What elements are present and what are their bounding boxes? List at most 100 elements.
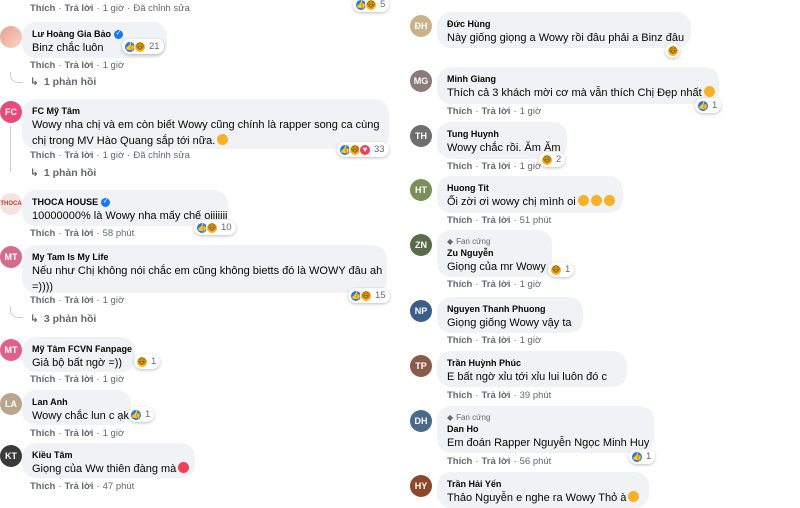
reply-link[interactable]: Trả lời [65, 3, 94, 14]
reaction-summary[interactable]: 👍 😆 ♥ 33 [337, 142, 389, 157]
comment-text: Giọng giống Wowy vậy ta [447, 317, 572, 329]
comment-author[interactable]: Lan Anh [32, 396, 68, 408]
reaction-summary[interactable]: 👍 😆 15 [348, 288, 390, 303]
comment-author[interactable]: Tung Huynh [447, 128, 499, 140]
reply-link[interactable]: Trả lời [65, 428, 94, 439]
reply-link[interactable]: Trả lời [482, 456, 511, 467]
comment-actions: Thích · Trả lời · 1 giờ [30, 374, 125, 385]
avatar[interactable]: TH [410, 125, 432, 147]
haha-reaction-icon: 😆 [136, 355, 148, 368]
like-link[interactable]: Thích [30, 374, 55, 385]
reply-link[interactable]: Trả lời [65, 228, 94, 239]
comment-author[interactable]: Huong Tit [447, 182, 489, 194]
comment-author[interactable]: THOCA HOUSE [32, 196, 98, 208]
reaction-summary[interactable]: 👍 😆 5 [353, 0, 390, 12]
reply-link[interactable]: Trả lời [65, 295, 94, 306]
like-link[interactable]: Thích [447, 335, 472, 346]
like-link[interactable]: Thích [30, 3, 55, 14]
reaction-summary[interactable]: 👍 1 [629, 449, 656, 464]
haha-reaction-icon: 😆 [541, 153, 553, 166]
like-link[interactable]: Thích [30, 428, 55, 439]
comment-author[interactable]: Dan Ho [447, 423, 479, 435]
view-replies-button[interactable]: ↳ 1 phản hồi [30, 76, 96, 88]
avatar[interactable]: MT [0, 246, 22, 268]
like-link[interactable]: Thích [447, 390, 472, 401]
comment-actions: Thích · Trả lời · 1 giờ · Đã chỉnh sửa [30, 3, 190, 14]
avatar[interactable]: NP [410, 300, 432, 322]
comment-actions: Thích · Trả lời · 1 giờ [447, 161, 542, 172]
reply-arrow-icon: ↳ [30, 76, 39, 88]
reaction-summary[interactable]: 😆 2 [539, 152, 566, 167]
like-link[interactable]: Thích [30, 150, 55, 161]
reply-link[interactable]: Trả lời [65, 60, 94, 71]
comment-author[interactable]: Mỹ Tâm FCVN Fanpage [32, 343, 132, 355]
avatar[interactable] [0, 26, 22, 48]
avatar[interactable]: TP [410, 355, 432, 377]
reply-link[interactable]: Trả lời [482, 215, 511, 226]
comment-author[interactable]: Đức Hùng [447, 18, 491, 30]
like-link[interactable]: Thích [30, 60, 55, 71]
comment-author[interactable]: My Tam Is My Life [32, 251, 108, 263]
comment-bubble: Mỹ Tâm FCVN Fanpage Giả bộ bất ngờ =)) [22, 337, 135, 372]
like-reaction-icon: 👍 [631, 450, 643, 463]
like-link[interactable]: Thích [447, 215, 472, 226]
reaction-summary[interactable]: 👍 😆 10 [194, 220, 236, 235]
comment-bubble: My Tam Is My Life Nếu như Chị không nói … [22, 245, 387, 293]
reaction-summary[interactable]: 😆 [665, 43, 680, 58]
view-replies-button[interactable]: ↳ 1 phản hồi [30, 167, 96, 179]
avatar[interactable]: FC [0, 101, 22, 123]
comment-author[interactable]: Nguyen Thanh Phuong [447, 303, 546, 315]
like-link[interactable]: Thích [30, 481, 55, 492]
avatar[interactable]: THOCA [0, 193, 22, 215]
reply-link[interactable]: Trả lời [482, 390, 511, 401]
comment-bubble: Huong Tit Ối zời ơi wowy chị mình oi [437, 176, 623, 213]
reply-link[interactable]: Trả lời [65, 374, 94, 385]
comment-author[interactable]: Kiều Tâm [32, 449, 73, 461]
reaction-summary[interactable]: 😆 1 [134, 354, 161, 369]
avatar[interactable]: HY [410, 475, 432, 497]
like-link[interactable]: Thích [30, 295, 55, 306]
like-link[interactable]: Thích [447, 106, 472, 117]
reply-link[interactable]: Trả lời [482, 106, 511, 117]
comment-author[interactable]: Trần Huỳnh Phúc [447, 357, 521, 369]
comment-text: Giọng của Ww thiên đàng mà [32, 463, 177, 475]
like-link[interactable]: Thích [447, 161, 472, 172]
comment-bubble: ◆ Fan cứng Zu Nguyễn Giọng của mr Wowy [437, 230, 552, 277]
avatar[interactable]: LA [0, 393, 22, 415]
like-link[interactable]: Thích [30, 228, 55, 239]
reply-link[interactable]: Trả lời [65, 150, 94, 161]
edited-label: Đã chỉnh sửa [133, 3, 190, 14]
avatar[interactable]: KT [0, 445, 22, 467]
comment-actions: Thích · Trả lời · 51 phút [447, 215, 552, 226]
avatar[interactable]: DH [410, 410, 432, 432]
tongue-emoji-icon [590, 195, 602, 206]
like-link[interactable]: Thích [447, 456, 472, 467]
reaction-summary[interactable]: 😆 1 [548, 262, 575, 277]
reaction-summary[interactable]: 👍 1 [695, 98, 722, 113]
reply-link[interactable]: Trả lời [482, 335, 511, 346]
avatar[interactable]: MG [410, 70, 432, 92]
avatar[interactable]: MT [0, 339, 22, 361]
reply-link[interactable]: Trả lời [482, 279, 511, 290]
reaction-summary[interactable]: 👍 😆 21 [122, 39, 164, 54]
comment-time: 1 giờ [102, 150, 125, 161]
reaction-count: 15 [375, 290, 386, 301]
avatar[interactable]: HT [410, 179, 432, 201]
reaction-count: 1 [646, 451, 652, 462]
comment-author[interactable]: Trần Hải Yến [447, 478, 501, 490]
comment-author[interactable]: Lư Hoàng Gia Bảo [32, 28, 111, 40]
comment-author[interactable]: FC Mỹ Tâm [32, 105, 80, 117]
comment-actions: Thích · Trả lời · 1 giờ [30, 295, 125, 306]
reply-link[interactable]: Trả lời [65, 481, 94, 492]
avatar[interactable]: ĐH [410, 15, 432, 37]
reaction-summary[interactable]: 👍 1 [128, 407, 155, 422]
like-link[interactable]: Thích [447, 279, 472, 290]
comment-author[interactable]: Minh Giang [447, 73, 496, 85]
like-reaction-icon: 👍 [697, 99, 709, 112]
comment-author[interactable]: Zu Nguyễn [447, 247, 494, 259]
comment-text: Em đoán Rapper Nguyễn Ngọc Minh Huy [447, 437, 650, 449]
comment-time: 1 giờ [102, 295, 125, 306]
view-replies-button[interactable]: ↳ 3 phản hồi [30, 313, 96, 325]
avatar[interactable]: ZN [410, 234, 432, 256]
reply-link[interactable]: Trả lời [482, 161, 511, 172]
